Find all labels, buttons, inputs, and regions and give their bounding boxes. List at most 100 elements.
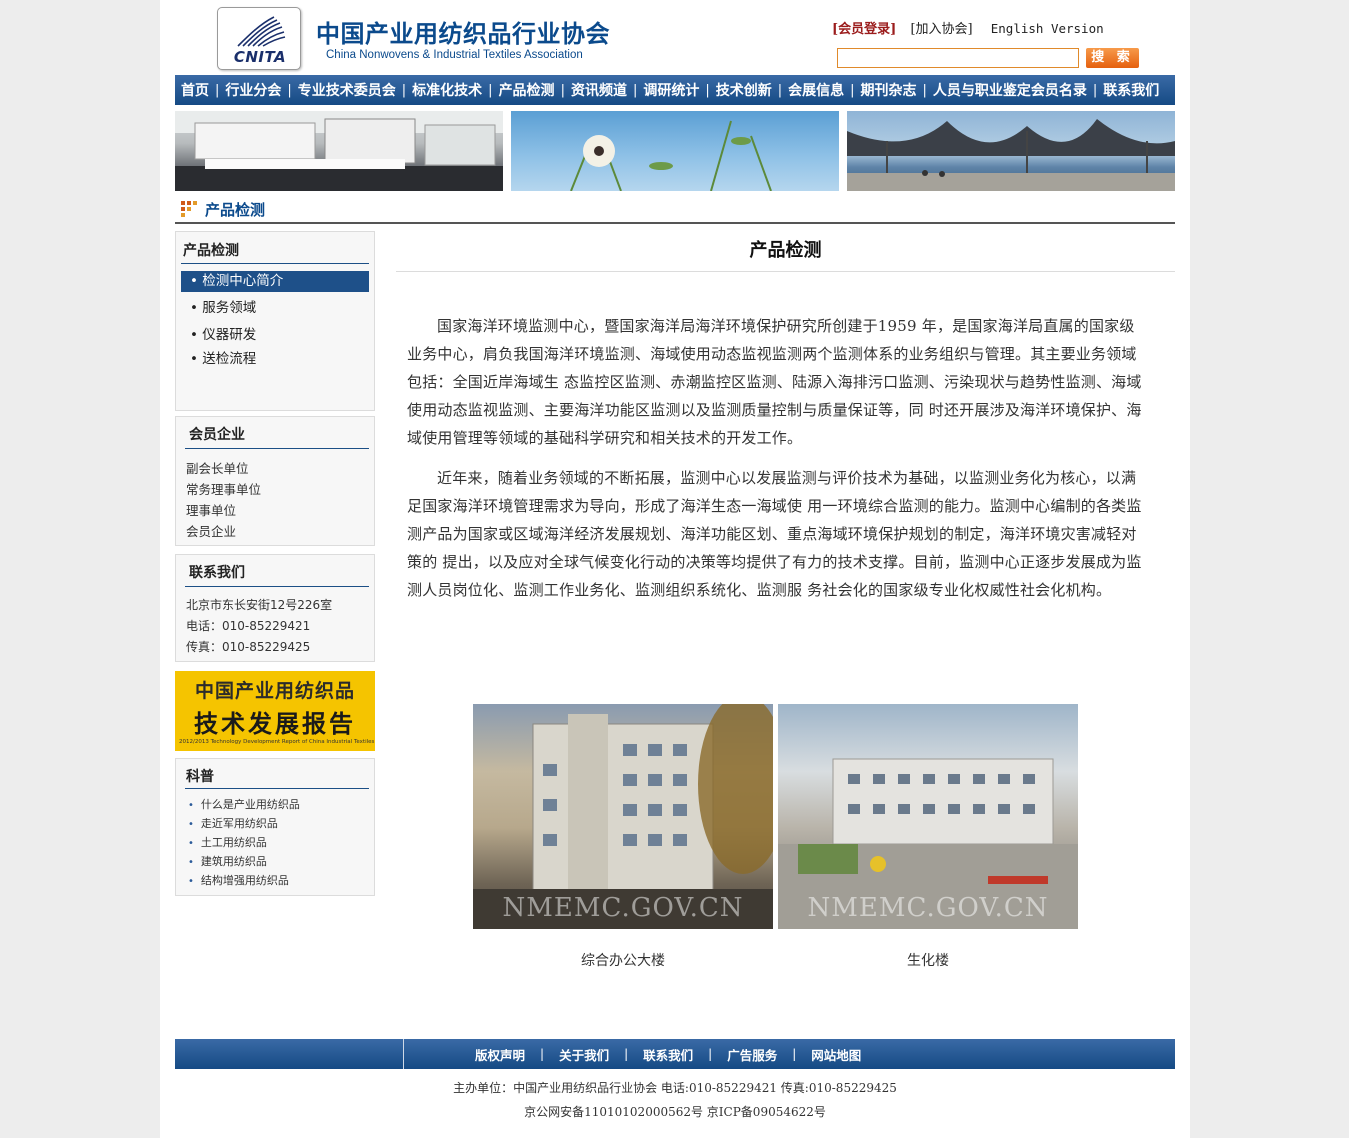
banner-image-tent-structure (847, 111, 1175, 191)
top-links: [会员登录] [加入协会] English Version (832, 18, 1114, 37)
search-input[interactable] (837, 48, 1079, 68)
member-companies-box: 会员企业 副会长单位 常务理事单位 理事单位 会员企业 (175, 416, 375, 546)
members-title: 会员企业 (189, 427, 245, 443)
logo-swoosh-icon (237, 16, 286, 47)
nav-item-journals[interactable]: 期刊杂志 (861, 80, 917, 100)
page: CNITA 中国产业用纺织品行业协会 China Nonwovens & Ind… (160, 0, 1190, 1138)
menu-item-label: 送检流程 (202, 351, 257, 367)
report-banner-line2: 技术发展报告 (194, 710, 356, 738)
member-link-director[interactable]: 理事单位 (186, 500, 236, 519)
grid-squares-icon (181, 201, 197, 217)
content-paragraph: 国家海洋环境监测中心，暨国家海洋局海洋环境保护研究所创建于1959 年，是国家海… (407, 317, 1142, 447)
search-button[interactable]: 搜 索 (1086, 48, 1139, 68)
member-link-member[interactable]: 会员企业 (186, 521, 236, 540)
nav-item-statistics[interactable]: 调研统计 (643, 80, 699, 100)
banner-flower-graphic (570, 120, 772, 191)
contact-fax: 传真：010-85229425 (186, 640, 311, 654)
photo-caption: 综合办公大楼 (581, 953, 665, 969)
kepu-link-label: 建筑用纺织品 (200, 855, 267, 868)
menu-item-instrument-rd[interactable]: • 仪器研发 (181, 325, 369, 346)
english-version-link[interactable]: English Version (991, 21, 1104, 36)
kepu-link-geotextile[interactable]: • 土工用纺织品 (188, 834, 267, 850)
banner-image-textile-machine (175, 111, 503, 191)
member-link-vice-president[interactable]: 副会长单位 (186, 458, 249, 477)
footer-separator: | (708, 1047, 713, 1061)
footer-link-copyright[interactable]: 版权声明 (475, 1045, 525, 1064)
report-banner-line3: 2012/2013 Technology Development Report … (179, 739, 375, 745)
tech-report-banner[interactable]: 中国产业用纺织品 技术发展报告 2012/2013 Technology Dev… (175, 671, 375, 751)
product-menu-title: 产品检测 (183, 243, 239, 259)
member-login-link[interactable]: [会员登录] (832, 22, 896, 37)
nav-separator: | (705, 82, 710, 98)
divider (185, 586, 369, 587)
nav-separator: | (850, 82, 855, 98)
banner-image-flower (511, 111, 839, 191)
contact-title: 联系我们 (189, 565, 245, 581)
contact-address: 北京市东长安街12号226室 (186, 598, 333, 612)
nav-item-home[interactable]: 首页 (181, 80, 209, 100)
nav-item-committees[interactable]: 专业技术委员会 (298, 80, 396, 100)
nav-item-news[interactable]: 资讯频道 (571, 80, 627, 100)
nav-item-contact[interactable]: 联系我们 (1103, 80, 1159, 100)
footer-link-sitemap[interactable]: 网站地图 (811, 1045, 861, 1064)
photo-watermark: NMEMC.GOV.CN (807, 893, 1049, 923)
menu-item-submission-process[interactable]: • 送检流程 (181, 349, 369, 370)
bullet-icon: • (188, 819, 194, 830)
contact-box: 联系我们 北京市东长安街12号226室 电话：010-85229421 传真：0… (175, 554, 375, 662)
contact-phone: 电话：010-85229421 (186, 619, 311, 633)
banner-tent-graphic (847, 119, 1175, 191)
nav-separator: | (215, 82, 220, 98)
report-banner-line1: 中国产业用纺织品 (194, 680, 355, 702)
nav-item-certification[interactable]: 人员与职业鉴定会员名录 (933, 80, 1087, 100)
nav-item-innovation[interactable]: 技术创新 (716, 80, 772, 100)
footer-icp-info: 京公网安备11010102000562号 京ICP备09054622号 (524, 1105, 826, 1119)
nav-item-exhibitions[interactable]: 会展信息 (788, 80, 844, 100)
nav-separator: | (287, 82, 292, 98)
kepu-link-military[interactable]: • 走近军用纺织品 (188, 815, 278, 831)
nav-separator: | (632, 82, 638, 98)
nav-separator: | (488, 82, 493, 98)
site-title-cn: 中国产业用纺织品行业协会 (316, 20, 610, 48)
member-link-standing-director[interactable]: 常务理事单位 (186, 479, 261, 498)
footer-link-contact[interactable]: 联系我们 (643, 1045, 693, 1064)
nav-separator: | (560, 82, 565, 98)
join-association-link[interactable]: [加入协会] (910, 22, 972, 37)
footer-link-ads[interactable]: 广告服务 (727, 1045, 777, 1064)
bullet-icon: • (188, 857, 194, 868)
menu-item-label: 检测中心简介 (202, 273, 284, 289)
nav-item-testing[interactable]: 产品检测 (499, 80, 555, 100)
nav-separator: | (922, 82, 927, 98)
divider (181, 263, 369, 264)
nav-separator: | (401, 82, 407, 98)
footer-link-about[interactable]: 关于我们 (559, 1045, 609, 1064)
kepu-link-reinforcement[interactable]: • 结构增强用纺织品 (188, 872, 289, 888)
kepu-link-label: 走近军用纺织品 (200, 817, 278, 830)
nav-item-standards[interactable]: 标准化技术 (412, 80, 482, 100)
menu-item-label: 仪器研发 (202, 327, 257, 343)
footer-separator: | (624, 1047, 629, 1061)
content-title: 产品检测 (749, 240, 822, 261)
kepu-link-building[interactable]: • 建筑用纺织品 (188, 853, 267, 869)
site-title-en: China Nonwovens & Industrial Textiles As… (326, 49, 583, 61)
site-logo[interactable]: CNITA (217, 7, 301, 70)
divider (185, 448, 369, 449)
nav-item-branches[interactable]: 行业分会 (225, 80, 281, 100)
photo-biochem-building: NMEMC.GOV.CN (778, 704, 1078, 929)
section-title-bar: 产品检测 (175, 197, 1175, 224)
section-title: 产品检测 (205, 201, 266, 219)
menu-item-service-areas[interactable]: • 服务领域 (181, 298, 369, 319)
photo-watermark: NMEMC.GOV.CN (502, 893, 744, 923)
kepu-link-what-is[interactable]: • 什么是产业用纺织品 (188, 796, 300, 812)
footer-divider (403, 1039, 404, 1069)
menu-item-center-intro[interactable]: • 检测中心简介 (181, 271, 369, 292)
kepu-title: 科普 (186, 769, 214, 785)
kepu-link-label: 土工用纺织品 (200, 836, 267, 849)
photo-caption: 生化楼 (907, 953, 949, 969)
content-paragraph: 近年来，随着业务领域的不断拓展，监测中心以发展监测与评价技术为基础，以监测业务化… (407, 469, 1142, 599)
footer-separator: | (792, 1047, 797, 1061)
bullet-icon: • (188, 800, 194, 811)
photo-office-building: NMEMC.GOV.CN (473, 704, 773, 929)
bullet-icon: • (188, 838, 194, 849)
science-popularization-box: 科普 • 什么是产业用纺织品 • 走近军用纺织品 • 土工用纺织品 • 建筑用纺织品 •… (175, 758, 375, 896)
logo-abbr: CNITA (233, 48, 287, 66)
